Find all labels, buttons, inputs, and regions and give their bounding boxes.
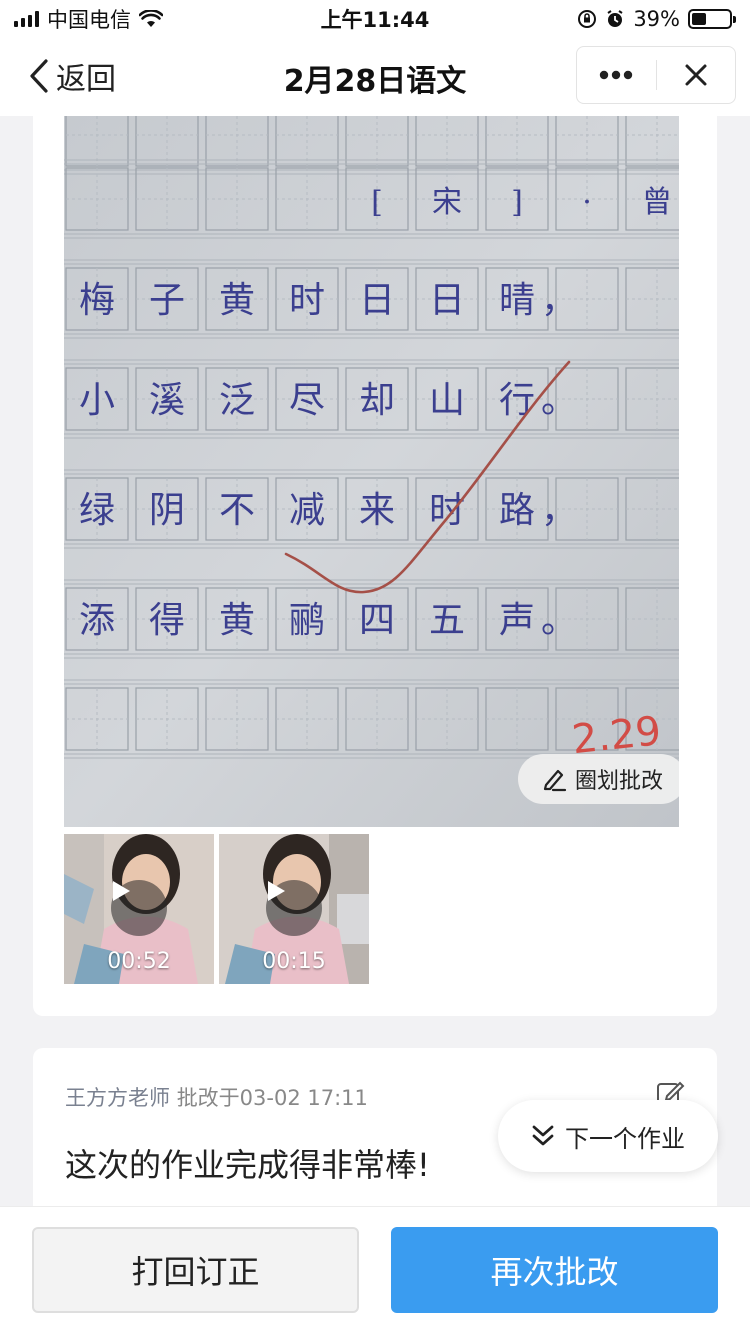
back-label: 返回 xyxy=(56,62,116,97)
handwritten-character: 五 xyxy=(429,600,465,641)
handwritten-character: 不 xyxy=(219,490,255,531)
homework-photo[interactable]: [宋]·曾几梅子黄时日日晴，小溪泛尽却山行。绿阴不减来时路，添得黄鹂四五声。 2… xyxy=(64,116,679,827)
video-thumbnail-2[interactable]: 00:15 xyxy=(219,834,369,984)
regrade-button[interactable]: 再次批改 xyxy=(391,1227,718,1313)
double-chevron-down-icon xyxy=(532,1125,554,1146)
handwritten-character: 却 xyxy=(359,380,395,421)
handwritten-character: 子 xyxy=(149,280,185,321)
close-icon xyxy=(685,64,707,86)
handwritten-character: ， xyxy=(541,490,577,531)
battery-icon xyxy=(688,9,736,29)
video-thumbnail-1[interactable]: 00:52 xyxy=(64,834,214,984)
handwritten-character: 得 xyxy=(149,600,185,641)
notebook-page: [宋]·曾几梅子黄时日日晴，小溪泛尽却山行。绿阴不减来时路，添得黄鹂四五声。 2… xyxy=(64,116,679,827)
battery-percent: 39% xyxy=(633,7,680,31)
play-icon xyxy=(113,881,130,901)
handwritten-character: 绿 xyxy=(79,490,115,531)
next-homework-label: 下一个作业 xyxy=(565,1124,685,1153)
handwritten-character: 宋 xyxy=(432,185,462,220)
signal-icon xyxy=(14,11,39,27)
handwritten-character: 减 xyxy=(289,490,325,531)
handwritten-character: 。 xyxy=(541,600,577,641)
handwritten-character: 阴 xyxy=(149,490,185,531)
handwritten-character: 泛 xyxy=(219,380,255,421)
handwritten-character: 山 xyxy=(429,380,465,421)
comment-text: 这次的作业完成得非常棒! xyxy=(65,1146,430,1184)
annotate-button[interactable]: 圈划批改 xyxy=(518,754,679,804)
handwritten-character: [ xyxy=(371,185,383,220)
handwritten-character: 黄 xyxy=(219,280,255,321)
handwritten-character: 。 xyxy=(541,380,577,421)
chevron-left-icon xyxy=(30,59,48,93)
bottom-action-bar: 打回订正 再次批改 xyxy=(0,1206,750,1333)
back-button[interactable]: 返回 xyxy=(28,56,116,97)
pen-edit-icon xyxy=(543,769,567,792)
play-button[interactable] xyxy=(111,880,167,936)
handwritten-character: · xyxy=(582,185,592,220)
homework-card: [宋]·曾几梅子黄时日日晴，小溪泛尽却山行。绿阴不减来时路，添得黄鹂四五声。 2… xyxy=(33,116,717,1016)
handwritten-character: 溪 xyxy=(149,380,185,421)
handwritten-character: 小 xyxy=(79,380,115,421)
handwritten-character: ， xyxy=(541,280,577,321)
handwritten-character: 梅 xyxy=(79,280,115,321)
carrier-label: 中国电信 xyxy=(47,8,131,32)
return-for-correction-button[interactable]: 打回订正 xyxy=(32,1227,359,1313)
handwritten-character: 时 xyxy=(289,280,325,321)
more-button[interactable] xyxy=(577,47,656,103)
video-duration: 00:52 xyxy=(107,949,171,974)
handwritten-character: 黄 xyxy=(219,600,255,641)
wifi-icon xyxy=(139,10,163,28)
alarm-icon xyxy=(605,9,625,29)
status-right: 39% xyxy=(577,7,736,31)
handwritten-character: 声 xyxy=(499,600,535,641)
handwritten-character: ] xyxy=(511,185,523,220)
handwritten-character: 四 xyxy=(359,600,395,641)
grade-time: 批改于03-02 17:11 xyxy=(176,1086,368,1110)
rotation-lock-icon xyxy=(577,9,597,29)
mini-program-capsule xyxy=(576,46,736,104)
handwritten-character: 来 xyxy=(359,490,395,531)
annotate-label: 圈划批改 xyxy=(574,769,663,794)
handwritten-character: 日 xyxy=(429,280,465,321)
handwritten-character: 鹂 xyxy=(289,600,325,641)
handwritten-character: 行 xyxy=(499,380,535,421)
handwritten-character: 时 xyxy=(429,490,465,531)
battery-fill xyxy=(692,13,707,25)
handwritten-character: 路 xyxy=(499,490,535,531)
teacher-name: 王方方老师 xyxy=(65,1086,170,1110)
next-homework-button[interactable]: 下一个作业 xyxy=(498,1100,718,1172)
handwritten-character: 添 xyxy=(79,600,115,641)
handwritten-character: 日 xyxy=(359,280,395,321)
status-left: 中国电信 xyxy=(14,4,163,34)
play-button[interactable] xyxy=(266,880,322,936)
nav-bar: 返回 2月28日语文 xyxy=(0,38,750,116)
video-duration: 00:15 xyxy=(262,949,326,974)
close-button[interactable] xyxy=(657,47,736,103)
handwritten-character: 曾 xyxy=(642,185,672,220)
handwritten-character: 晴 xyxy=(499,280,535,321)
play-icon xyxy=(268,881,285,901)
handwritten-character: 尽 xyxy=(289,380,325,421)
more-dots-icon xyxy=(600,70,633,80)
comment-meta: 王方方老师 批改于03-02 17:11 xyxy=(65,1082,368,1112)
status-bar: 中国电信 上午11:44 39% xyxy=(0,0,750,38)
